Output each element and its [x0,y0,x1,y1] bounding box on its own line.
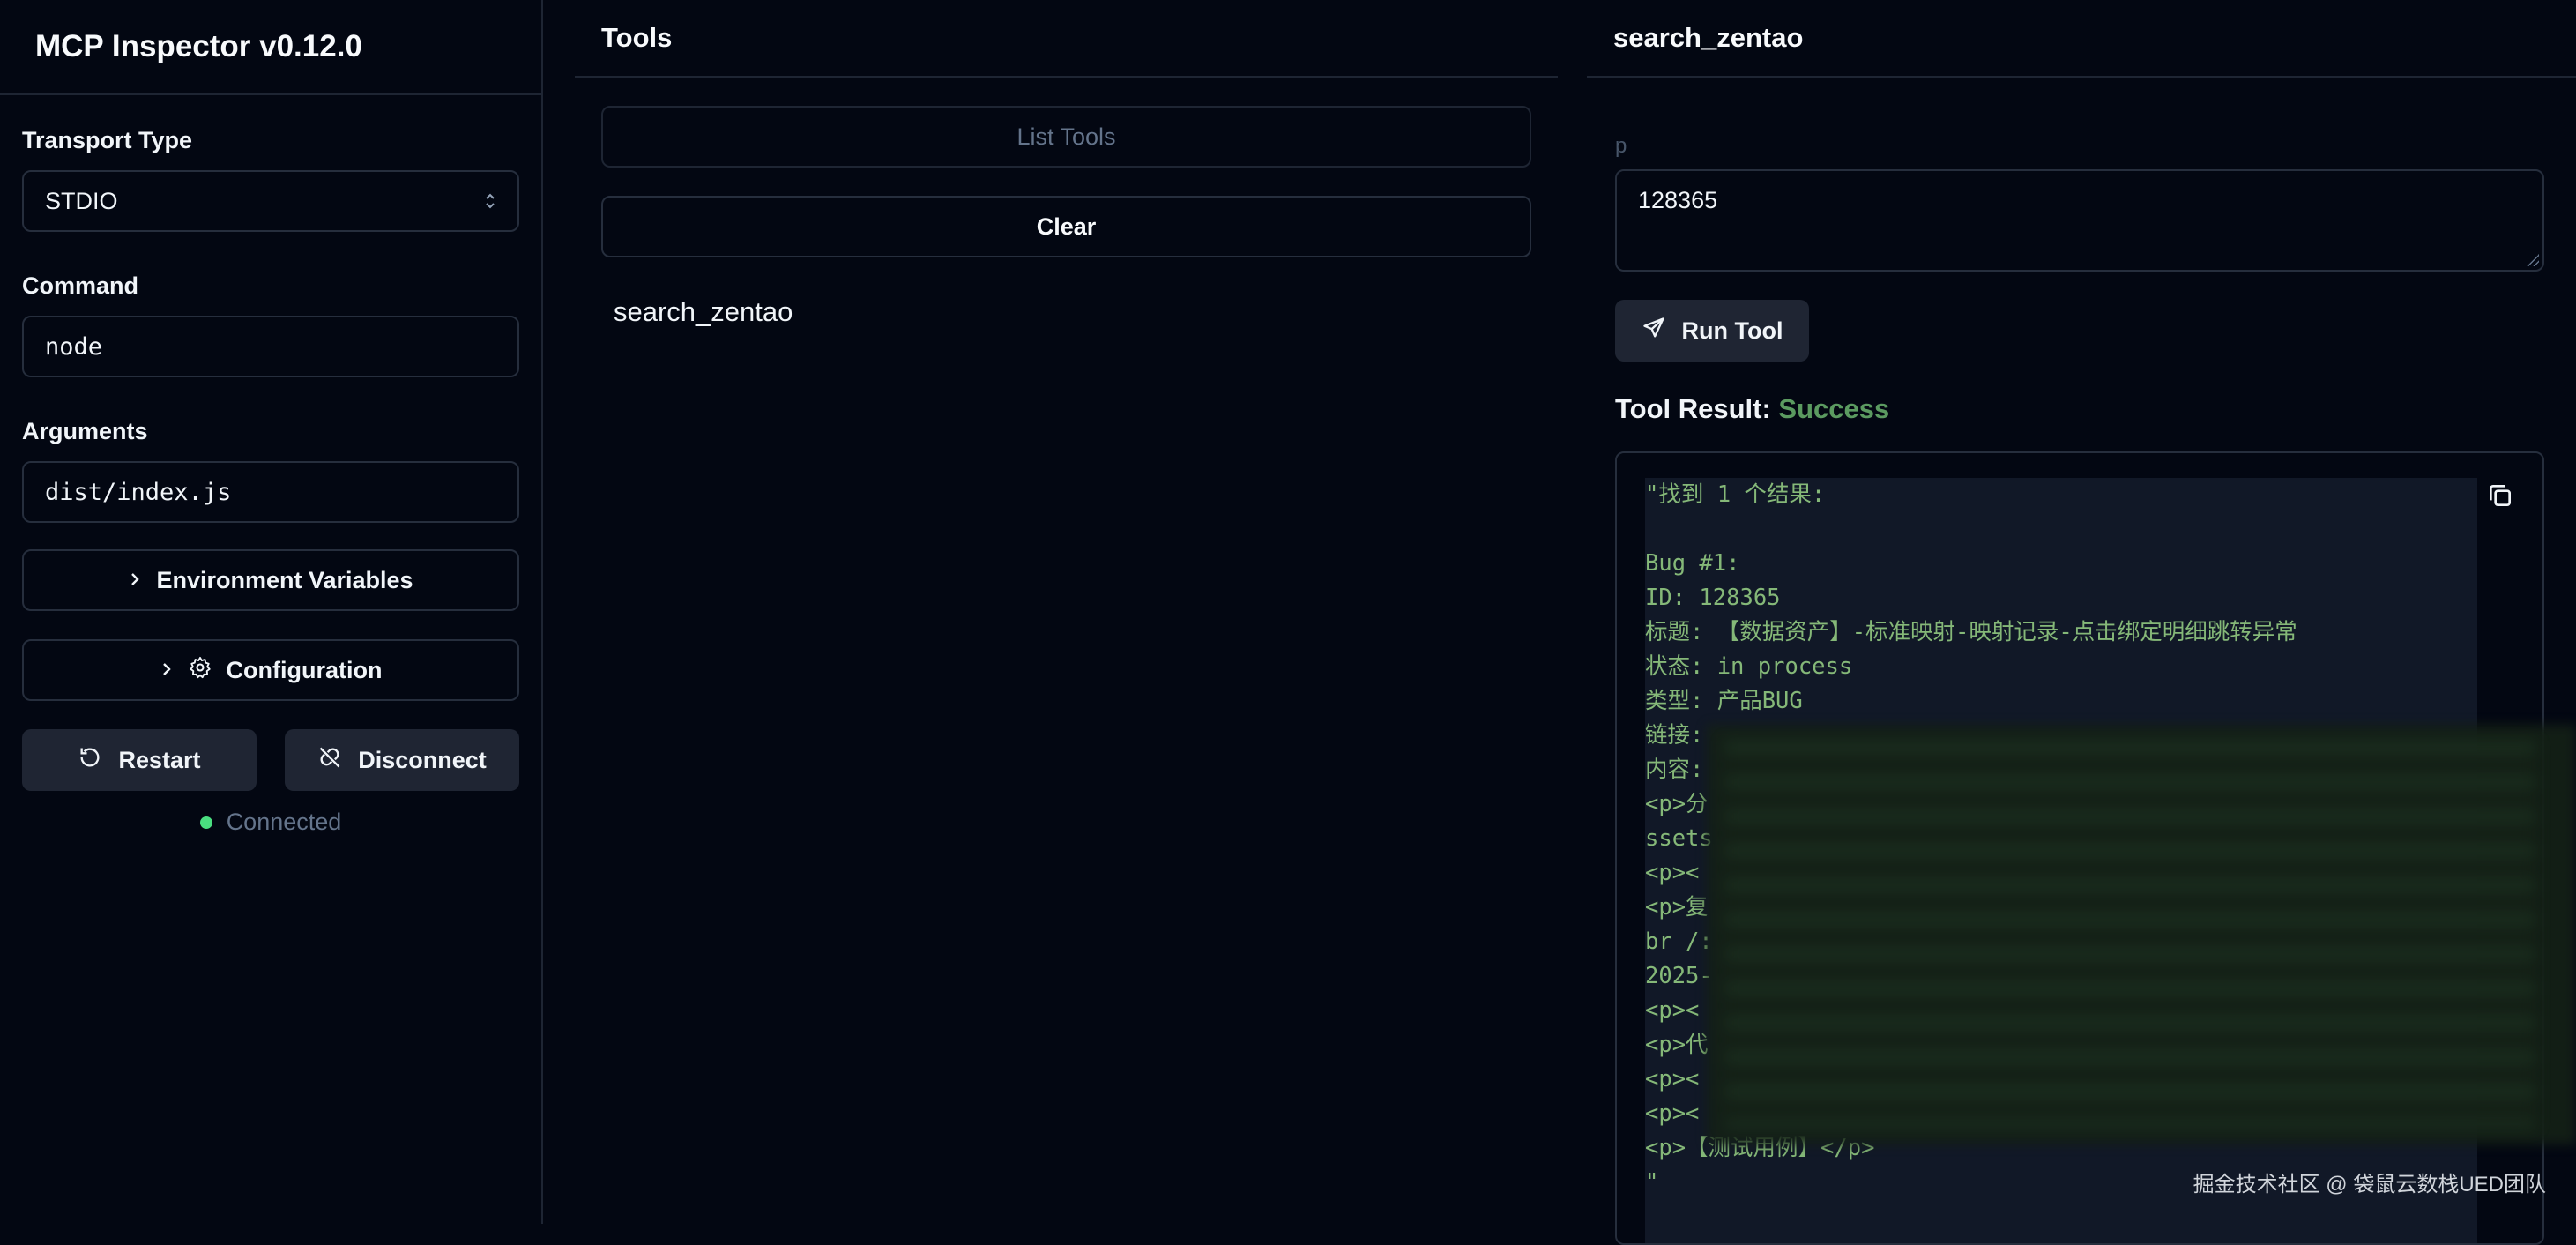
chevron-right-icon [128,567,142,594]
command-value: node [45,332,103,361]
command-label: Command [22,272,139,299]
copy-icon[interactable] [2486,481,2514,514]
tool-result-status: Success [1778,393,1890,424]
environment-variables-button[interactable]: Environment Variables [22,549,519,611]
run-tool-button[interactable]: Run Tool [1615,300,1809,362]
result-line [1645,512,2542,547]
sidebar: MCP Inspector v0.12.0 Transport Type STD… [0,0,543,1224]
param-textarea[interactable]: 128365 [1615,169,2544,272]
result-line: 标题: 【数据资产】-标准映射-映射记录-点击绑定明细跳转异常 [1645,619,2297,645]
arguments-label: Arguments [22,418,148,444]
transport-type-select[interactable]: STDIO [22,170,519,232]
disconnect-button[interactable]: Disconnect [285,729,519,791]
tool-item-search-zentao[interactable]: search_zentao [601,296,1531,328]
run-tool-label: Run Tool [1681,317,1783,344]
tool-result-prefix: Tool Result: [1615,393,1771,424]
chevron-right-icon [160,657,174,684]
restart-button[interactable]: Restart [22,729,257,791]
result-line: 类型: 产品BUG [1645,688,1803,714]
send-icon [1642,316,1666,347]
restart-label: Restart [118,746,201,773]
status-label: Connected [226,809,342,835]
sidebar-header: MCP Inspector v0.12.0 [0,0,541,95]
configuration-button[interactable]: Configuration [22,639,519,701]
param-value: 128365 [1638,187,1718,213]
arguments-input[interactable]: dist/index.js [22,461,519,523]
redacted-region-texture [1724,741,2535,1129]
disconnect-label: Disconnect [358,746,487,773]
tools-panel: Tools List Tools Clear search_zentao [575,0,1558,1224]
app-title: MCP Inspector v0.12.0 [35,29,362,63]
tools-header: Tools [575,0,1558,78]
command-input[interactable]: node [22,316,519,377]
arguments-value: dist/index.js [45,478,232,506]
param-label: p [1615,134,1627,158]
result-line: ID: 128365 [1645,585,1781,611]
transport-type-label: Transport Type [22,127,193,153]
status-dot-icon [199,816,212,829]
watermark: 掘金技术社区 @ 袋鼠云数栈UED团队 [2193,1173,2546,1197]
environment-variables-label: Environment Variables [156,566,413,593]
result-line: Bug #1: [1645,550,1740,577]
tool-result-title: Tool Result: Success [1615,393,2544,425]
clear-button[interactable]: Clear [601,196,1531,257]
transport-type-value: STDIO [45,187,118,214]
unplug-icon [317,745,342,776]
result-line: 状态: in process [1645,653,1853,680]
chevron-up-down-icon [484,191,496,211]
resize-handle-icon[interactable] [2527,254,2539,266]
gear-icon [188,655,212,686]
list-tools-button[interactable]: List Tools [601,106,1531,168]
result-line: "找到 1 个结果: [1645,481,1826,508]
tool-detail-header: search_zentao [1587,0,2576,78]
configuration-label: Configuration [226,656,383,683]
restart-icon [78,745,102,776]
connection-status: Connected [22,809,519,836]
